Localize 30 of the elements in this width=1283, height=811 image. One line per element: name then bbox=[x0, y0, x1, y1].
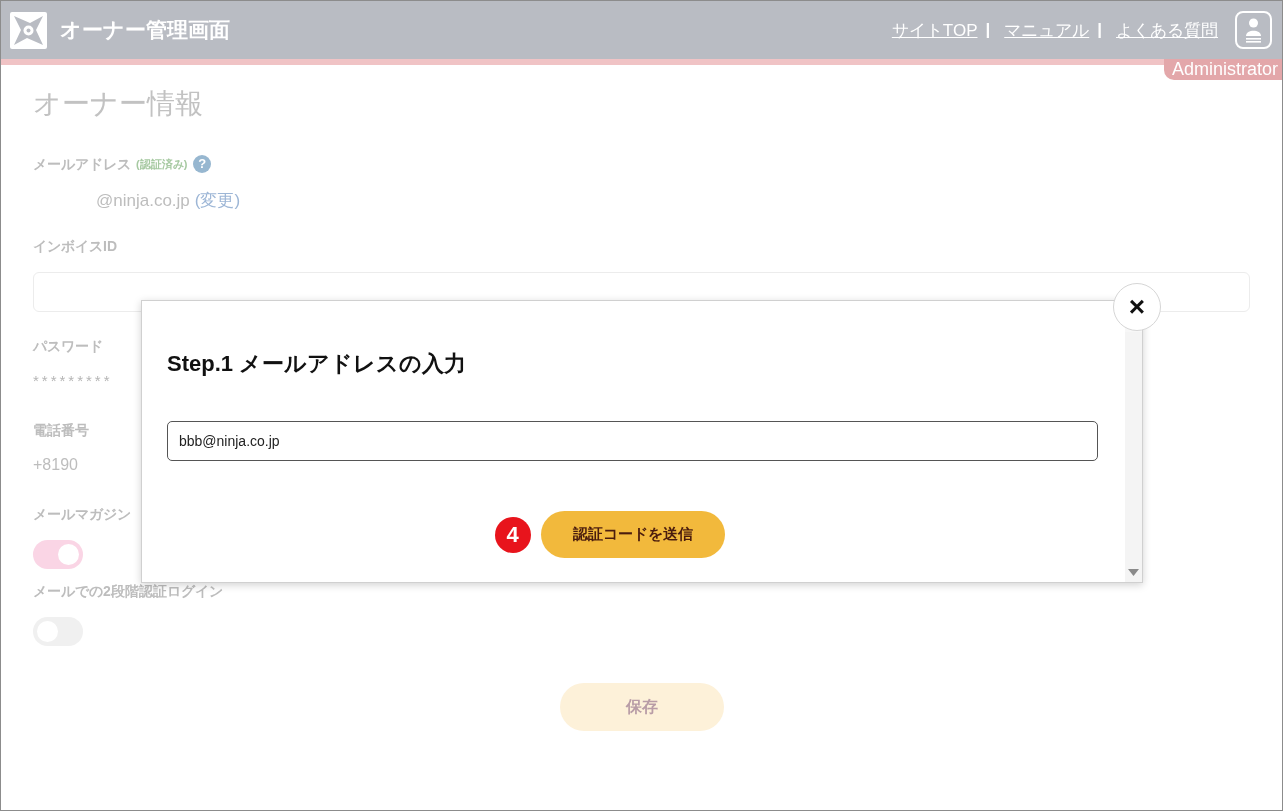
user-icon[interactable] bbox=[1235, 11, 1272, 49]
send-code-button[interactable]: 認証コードを送信 bbox=[540, 511, 725, 558]
app-title: オーナー管理画面 bbox=[60, 17, 230, 43]
field-value: ********* bbox=[33, 372, 113, 389]
page-title: オーナー情報 bbox=[33, 88, 203, 119]
toggle-switch[interactable] bbox=[33, 540, 83, 569]
help-icon[interactable]: ? bbox=[193, 155, 212, 173]
header-link[interactable]: マニュアル bbox=[1004, 18, 1090, 42]
save-button[interactable]: 保存 bbox=[559, 683, 724, 731]
verified-note: (認証済み) bbox=[136, 157, 188, 172]
change-link[interactable]: (変更) bbox=[194, 189, 241, 213]
role-tag: Administrator bbox=[1163, 59, 1282, 80]
header-link[interactable]: よくある質問 bbox=[1116, 18, 1218, 42]
field-label: パスワード bbox=[33, 338, 103, 354]
field-label: インボイスID bbox=[33, 238, 117, 254]
dialog-title: Step.1 メールアドレスの入力 bbox=[167, 351, 467, 376]
email-value: @ninja.co.jp bbox=[96, 190, 190, 212]
field-label: メールでの2段階認証ログイン bbox=[33, 583, 223, 599]
email-input-field[interactable]: bbb@ninja.co.jp bbox=[167, 421, 1098, 461]
link-separator: | bbox=[1097, 20, 1102, 40]
scroll-down-arrow-icon[interactable] bbox=[1128, 569, 1139, 576]
field-label: メールアドレス bbox=[33, 156, 131, 172]
field-value: +8190 bbox=[33, 456, 78, 473]
header-link[interactable]: サイトTOP bbox=[891, 18, 978, 42]
field-label: 電話番号 bbox=[33, 422, 89, 438]
step-marker: 4 bbox=[494, 516, 531, 553]
shuriken-logo-icon bbox=[10, 11, 47, 49]
link-separator: | bbox=[985, 20, 991, 40]
close-button[interactable]: × bbox=[1113, 283, 1161, 331]
field-label: メールマガジン bbox=[33, 506, 131, 522]
